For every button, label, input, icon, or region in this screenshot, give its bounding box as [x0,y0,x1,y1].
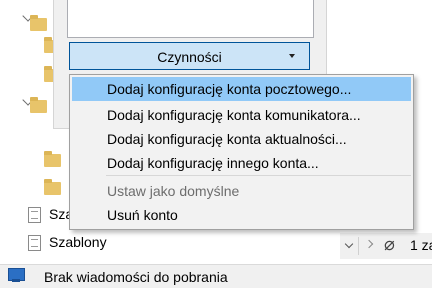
account-list[interactable] [67,0,314,38]
menu-item-label: Dodaj konfigurację konta aktualności... [107,131,347,147]
status-bar: Brak wiadomości do pobrania [0,264,432,288]
menu-item-label: Dodaj konfigurację innego konta... [107,155,319,171]
menu-item-set-default: Ustaw jako domyślne [72,179,411,203]
dropdown-arrow-icon [289,54,295,58]
folder-icon [44,179,61,195]
status-text: Brak wiadomości do pobrania [44,269,228,285]
menu-item-label: Dodaj konfigurację konta komunikatora... [107,107,361,123]
actions-button-label: Czynności [157,49,222,65]
chevron-right-icon[interactable] [364,239,374,249]
folder-label-templates[interactable]: Szablony [49,234,107,250]
paperclip-icon: ⌀ [384,234,395,254]
menu-item-add-mail-account[interactable]: Dodaj konfigurację konta pocztowego... [72,77,411,101]
divider [358,237,359,255]
templates-folder-icon [28,235,41,251]
actions-menu: Dodaj konfigurację konta pocztowego... D… [69,74,414,230]
network-status-icon-base [12,279,20,282]
message-list-toolbar: ⌀ 1 za [340,233,432,259]
chevron-down-icon[interactable] [344,239,354,249]
menu-item-label: Dodaj konfigurację konta pocztowego... [107,81,352,97]
folder-icon [30,15,47,31]
menu-item-add-feed-account[interactable]: Dodaj konfigurację konta aktualności... [72,127,411,151]
folder-icon [30,97,47,113]
attachment-count: 1 za [410,237,432,253]
templates-folder-icon [28,207,41,223]
menu-item-label: Ustaw jako domyślne [107,183,240,199]
folder-icon [44,151,61,167]
menu-separator [106,175,411,176]
menu-item-add-chat-account[interactable]: Dodaj konfigurację konta komunikatora... [72,103,411,127]
menu-item-remove-account[interactable]: Usuń konto [72,203,411,227]
menu-item-label: Usuń konto [107,207,178,223]
actions-dropdown-button[interactable]: Czynności [69,42,310,70]
menu-item-add-other-account[interactable]: Dodaj konfigurację innego konta... [72,151,411,175]
